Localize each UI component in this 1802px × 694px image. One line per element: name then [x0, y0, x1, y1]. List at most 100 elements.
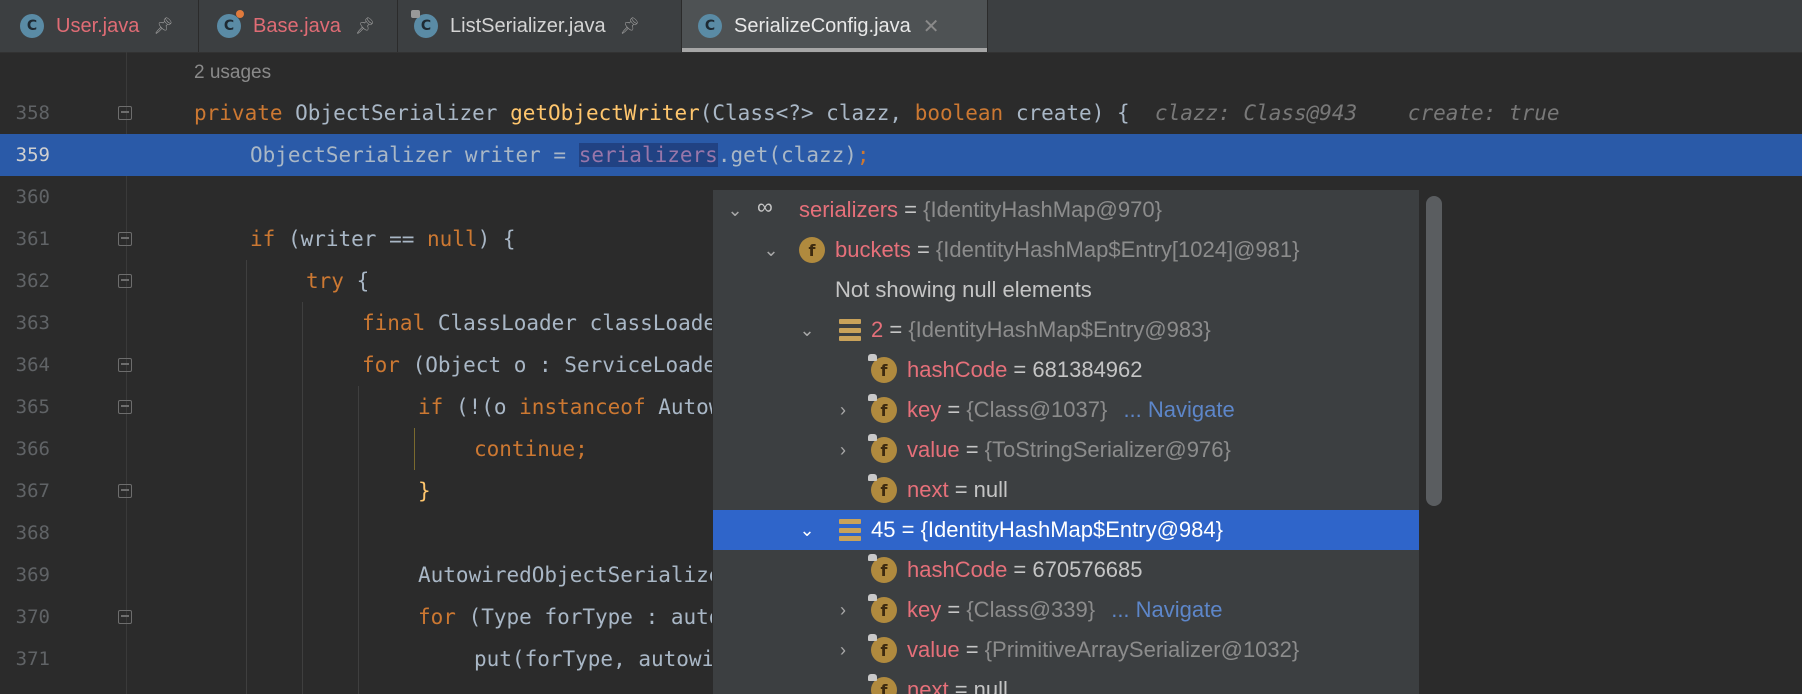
equals-sign: =: [1007, 557, 1033, 582]
line-number: 364: [15, 354, 50, 376]
equals-sign: =: [948, 677, 974, 694]
tab-label: User.java: [56, 14, 140, 37]
line-number: 362: [15, 270, 50, 292]
field-icon: f: [868, 674, 897, 694]
variable-name: buckets: [835, 237, 911, 262]
code-text: try {: [306, 269, 370, 293]
fold-marker-icon[interactable]: [118, 400, 132, 414]
tree-row-next[interactable]: f next = null: [713, 670, 1419, 694]
popup-scrollbar[interactable]: [1426, 196, 1442, 506]
variable-value: {PrimitiveArraySerializer@1032}: [984, 637, 1300, 662]
variable-value: {IdentityHashMap$Entry@983}: [908, 317, 1211, 342]
fold-marker-icon[interactable]: [118, 232, 132, 246]
variable-value: {Class@339}: [966, 597, 1096, 622]
line-number: 361: [15, 228, 50, 250]
variable-value: {Class@1037}: [966, 397, 1108, 422]
tree-row-hashcode[interactable]: f hashCode = 681384962: [713, 350, 1419, 390]
variable-name: hashCode: [907, 557, 1008, 582]
line-number: 363: [15, 312, 50, 334]
equals-sign: =: [941, 597, 967, 622]
code-text: }: [418, 479, 431, 503]
line-number: 359: [15, 144, 50, 166]
fold-marker-icon[interactable]: [118, 106, 132, 120]
variable-value: {IdentityHashMap$Entry@984}: [920, 517, 1223, 542]
variable-value: {ToStringSerializer@976}: [984, 437, 1231, 462]
watch-glasses-icon: ∞: [757, 194, 773, 219]
field-icon: f: [868, 434, 897, 463]
chevron-right-icon[interactable]: ›: [833, 600, 853, 620]
execution-point-line[interactable]: 359 ObjectSerializer writer = serializer…: [0, 134, 1802, 176]
tree-row-info: Not showing null elements: [713, 270, 1419, 310]
usages-hint-line: 2 usages: [0, 52, 1802, 94]
debug-value-popup[interactable]: ⌄ ∞ serializers = {IdentityHashMap@970} …: [712, 190, 1419, 694]
editor-tab-bar: C User.java 📌︎ C Base.java 📌︎ C ListSeri…: [0, 0, 1802, 53]
tab-label: ListSerializer.java: [450, 14, 606, 37]
fold-marker-icon[interactable]: [118, 358, 132, 372]
code-line[interactable]: 358 private ObjectSerializer getObjectWr…: [0, 92, 1802, 134]
pin-icon[interactable]: 📌︎: [355, 16, 375, 36]
variable-value: null: [973, 677, 1008, 694]
chevron-right-icon[interactable]: ›: [833, 640, 853, 660]
equals-sign: =: [898, 197, 924, 222]
variable-name: value: [907, 437, 960, 462]
chevron-down-icon[interactable]: ⌄: [761, 240, 781, 260]
pin-icon[interactable]: 📌︎: [620, 16, 640, 36]
navigate-link[interactable]: ... Navigate: [1111, 597, 1222, 622]
variable-name: hashCode: [907, 357, 1008, 382]
tree-row-buckets[interactable]: ⌄ f buckets = {IdentityHashMap$Entry[102…: [713, 230, 1419, 270]
variable-name: next: [907, 677, 949, 694]
inline-debug-value: clazz: Class@943: [1154, 101, 1358, 125]
variable-name: serializers: [799, 197, 899, 222]
array-element-icon: [839, 319, 861, 341]
tab-base-java[interactable]: C Base.java 📌︎: [199, 0, 398, 52]
chevron-down-icon[interactable]: ⌄: [725, 200, 745, 220]
tree-row-entry-2[interactable]: ⌄ 2 = {IdentityHashMap$Entry@983}: [713, 310, 1419, 350]
fold-marker-icon[interactable]: [118, 484, 132, 498]
line-number: 366: [15, 438, 50, 460]
tree-row-serializers[interactable]: ⌄ ∞ serializers = {IdentityHashMap@970}: [713, 190, 1419, 230]
navigate-link[interactable]: ... Navigate: [1123, 397, 1234, 422]
line-number: 367: [15, 480, 50, 502]
indent-guide: [246, 260, 247, 694]
tree-row-next[interactable]: f next = null: [713, 470, 1419, 510]
tree-row-key[interactable]: › f key = {Class@339} ... Navigate: [713, 590, 1419, 630]
line-number: 365: [15, 396, 50, 418]
tree-row-key[interactable]: › f key = {Class@1037} ... Navigate: [713, 390, 1419, 430]
fold-marker-icon[interactable]: [118, 274, 132, 288]
close-icon[interactable]: ✕: [923, 14, 940, 39]
equals-sign: =: [959, 437, 985, 462]
usages-hint[interactable]: 2 usages: [194, 52, 271, 94]
variable-value: 670576685: [1032, 557, 1143, 582]
line-number: 360: [15, 186, 50, 208]
equals-sign: =: [883, 317, 909, 342]
null-elements-note: Not showing null elements: [835, 277, 1092, 302]
inline-debug-value: create: true: [1407, 101, 1560, 125]
equals-sign: =: [1007, 357, 1033, 382]
line-number: 370: [15, 606, 50, 628]
chevron-right-icon[interactable]: ›: [833, 400, 853, 420]
field-icon: f: [868, 634, 897, 663]
array-element-icon: [839, 519, 861, 541]
tree-row-entry-45[interactable]: ⌄ 45 = {IdentityHashMap$Entry@984}: [713, 510, 1419, 550]
tab-listserializer-java[interactable]: C ListSerializer.java 📌︎: [398, 0, 682, 52]
line-number: 371: [15, 648, 50, 670]
code-text: continue;: [474, 437, 588, 461]
pin-icon[interactable]: 📌︎: [153, 16, 173, 36]
tree-row-hashcode[interactable]: f hashCode = 670576685: [713, 550, 1419, 590]
chevron-right-icon[interactable]: ›: [833, 440, 853, 460]
equals-sign: =: [941, 397, 967, 422]
chevron-down-icon[interactable]: ⌄: [797, 320, 817, 340]
variable-name: 2: [871, 317, 884, 342]
tab-user-java[interactable]: C User.java 📌︎: [0, 0, 199, 52]
tab-serializeconfig-java[interactable]: C SerializeConfig.java ✕: [682, 0, 988, 52]
class-icon: C: [411, 10, 438, 38]
fold-marker-icon[interactable]: [118, 610, 132, 624]
indent-guide: [358, 386, 359, 694]
variable-value: {IdentityHashMap@970}: [923, 197, 1162, 222]
chevron-down-icon[interactable]: ⌄: [797, 520, 817, 540]
tree-row-value[interactable]: › f value = {PrimitiveArraySerializer@10…: [713, 630, 1419, 670]
tree-row-value[interactable]: › f value = {ToStringSerializer@976}: [713, 430, 1419, 470]
code-text: if (writer == null) {: [250, 227, 516, 251]
equals-sign: =: [959, 637, 985, 662]
equals-sign: =: [895, 517, 921, 542]
